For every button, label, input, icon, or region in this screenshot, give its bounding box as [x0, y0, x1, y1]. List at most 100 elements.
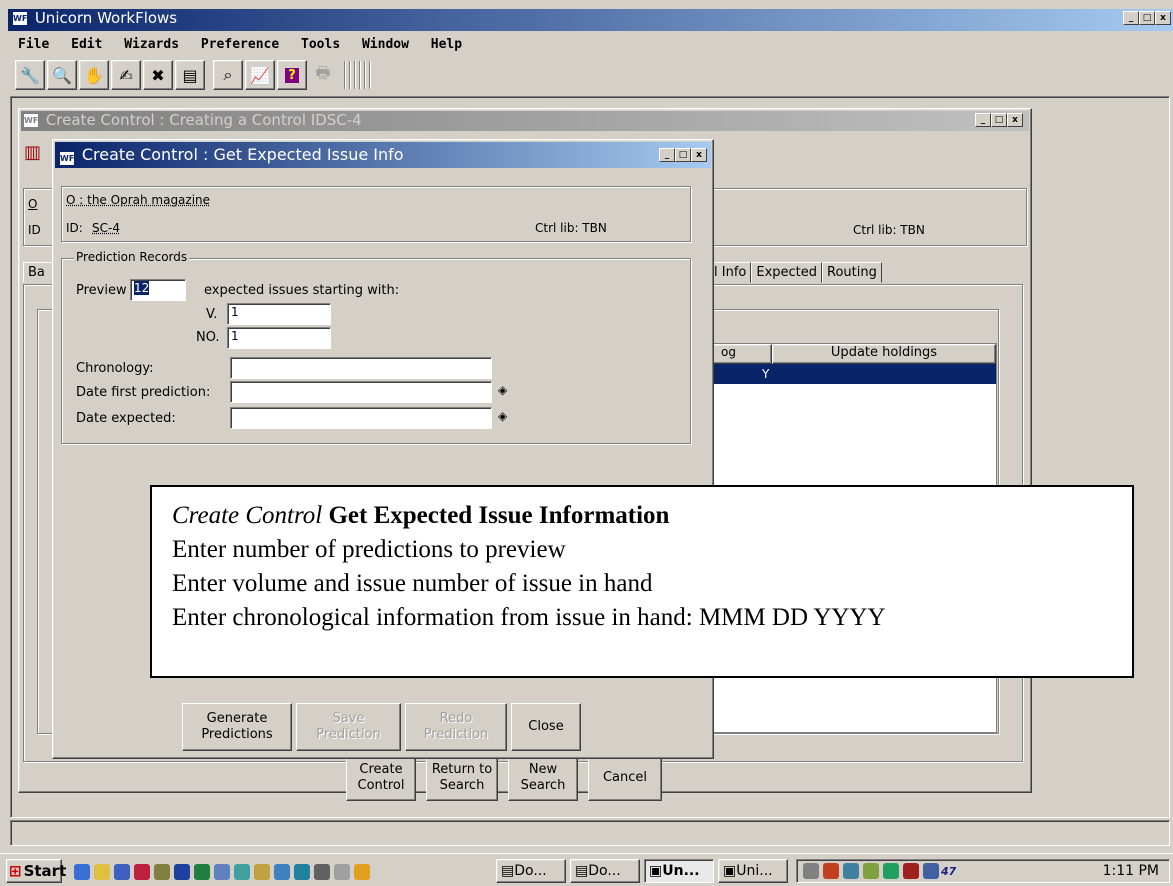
new-search-button[interactable]: New Search — [508, 755, 578, 801]
tab-basic[interactable]: Ba — [23, 262, 53, 283]
cancel-button[interactable]: Cancel — [588, 755, 662, 801]
dialog-maximize-icon[interactable]: □ — [675, 148, 691, 162]
app-icon-5[interactable] — [254, 864, 270, 880]
generate-predictions-button[interactable]: Generate Predictions — [182, 703, 292, 751]
toolbar: 🔧 🔍 ✋ ✍ ✖ ▤ ⌕ 📈 ? 🖶 — [14, 57, 494, 93]
task-4-label: Uni... — [736, 863, 773, 879]
app-icon-6[interactable] — [274, 864, 290, 880]
create-control-label-1: Create — [359, 762, 403, 777]
menu-window[interactable]: Window — [362, 37, 409, 52]
books-icon: ▥ — [24, 142, 42, 163]
help-icon[interactable]: ? — [277, 60, 307, 90]
app-icon-3[interactable] — [214, 864, 230, 880]
date-first-prediction-label: Date first prediction: — [76, 385, 211, 400]
create-control-label-2: Control — [357, 778, 405, 793]
menu-edit[interactable]: Edit — [71, 37, 102, 52]
taskbar-task-2[interactable]: ▤Do... — [570, 859, 640, 883]
callout-line-2: Enter volume and issue number of issue i… — [172, 570, 653, 597]
graph-icon[interactable]: 📈 — [245, 60, 275, 90]
antivirus-icon[interactable] — [823, 863, 839, 879]
date-expected-calendar-icon[interactable]: ◈ — [498, 409, 507, 423]
redo-label-1: Redo — [439, 711, 473, 726]
dialog-close-icon[interactable]: x — [691, 148, 707, 162]
save-label-1: Save — [332, 711, 365, 726]
ie-icon[interactable] — [74, 864, 90, 880]
outer-ctrl-lib: Ctrl lib: TBN — [853, 223, 925, 237]
cancel-label: Cancel — [602, 770, 648, 785]
preview-label: Preview — [76, 283, 127, 298]
app-icon-1[interactable] — [134, 864, 150, 880]
redo-prediction-button[interactable]: Redo Prediction — [405, 703, 507, 751]
tray-icon-3[interactable] — [923, 863, 939, 879]
start-button[interactable]: ⊞ Start — [6, 859, 66, 883]
word-icon[interactable] — [174, 864, 190, 880]
star-icon[interactable] — [114, 864, 130, 880]
circulation-icon[interactable]: 🔧 — [15, 60, 45, 90]
app-icon-8[interactable] — [314, 864, 330, 880]
new-search-label-2: Search — [520, 778, 566, 793]
outer-maximize-icon[interactable]: □ — [991, 113, 1007, 127]
tab-expected[interactable]: Expected — [751, 262, 823, 283]
save-prediction-button[interactable]: Save Prediction — [296, 703, 401, 751]
minimize-icon[interactable]: _ — [1123, 11, 1139, 25]
maximize-icon[interactable]: □ — [1139, 11, 1155, 25]
tab-routing[interactable]: Routing — [822, 262, 882, 283]
menu-help[interactable]: Help — [431, 37, 462, 52]
generate-label-2: Predictions — [201, 727, 273, 742]
menu-tools[interactable]: Tools — [301, 37, 340, 52]
outer-minimize-icon[interactable]: _ — [975, 113, 991, 127]
date-expected-input[interactable] — [230, 407, 492, 429]
serials-icon[interactable]: ✍ — [111, 60, 141, 90]
tab-control-info[interactable]: l Info — [709, 262, 752, 283]
callout-line-3: Enter chronological information from iss… — [172, 604, 886, 631]
dialog-id-value: SC-4 — [92, 221, 120, 235]
cataloging-icon[interactable]: 🔍 — [47, 60, 77, 90]
app-icon-7[interactable] — [294, 864, 310, 880]
chronology-input[interactable] — [230, 357, 492, 379]
taskbar-task-1[interactable]: ▤Do... — [496, 859, 566, 883]
acquisitions-icon[interactable]: ✋ — [79, 60, 109, 90]
column-header-update-holdings[interactable]: Update holdings — [772, 344, 996, 364]
start-label: Start — [23, 862, 67, 880]
issue-number-input[interactable]: 1 — [227, 327, 331, 349]
taskbar: ⊞ Start ▤Do... ▤Do... ▣Un... ▣Uni... 47 … — [0, 853, 1173, 886]
menu-file[interactable]: File — [18, 37, 49, 52]
tray-icon-2[interactable] — [883, 863, 899, 879]
outlook-icon[interactable] — [94, 864, 110, 880]
table-row[interactable]: Y — [710, 364, 996, 384]
utility-icon[interactable]: ▤ — [175, 60, 205, 90]
column-header-log[interactable]: og — [710, 344, 772, 364]
outer-close-icon[interactable]: x — [1007, 113, 1023, 127]
app-icon-2[interactable] — [154, 864, 170, 880]
app-icon-4[interactable] — [234, 864, 250, 880]
volume-input[interactable]: 1 — [227, 303, 331, 325]
dialog-minimize-icon[interactable]: _ — [659, 148, 675, 162]
taskbar-task-3[interactable]: ▣Un... — [644, 859, 714, 883]
close-button[interactable]: Close — [511, 703, 581, 751]
app-logo-icon: WF — [12, 10, 28, 26]
volume-icon[interactable] — [803, 863, 819, 879]
create-control-button[interactable]: Create Control — [346, 755, 416, 801]
volume-label: V. — [206, 307, 218, 322]
redo-label-2: Prediction — [423, 727, 489, 742]
callout-line-1: Enter number of predictions to preview — [172, 536, 566, 563]
return-to-search-button[interactable]: Return to Search — [426, 755, 498, 801]
app-icon-9[interactable] — [334, 864, 350, 880]
menu-preference[interactable]: Preference — [201, 37, 279, 52]
taskbar-task-4[interactable]: ▣Uni... — [718, 859, 788, 883]
dialog-title-bar: WF Create Control : Get Expected Issue I… — [55, 142, 711, 168]
reports-icon[interactable]: ✖ — [143, 60, 173, 90]
tray-icon-1[interactable] — [863, 863, 879, 879]
app-icon-10[interactable] — [354, 864, 370, 880]
network-icon[interactable] — [843, 863, 859, 879]
menu-bar: File Edit Wizards Preference Tools Windo… — [18, 34, 1168, 54]
preview-count-input[interactable]: 12 — [130, 279, 186, 301]
menu-wizards[interactable]: Wizards — [124, 37, 179, 52]
excel-icon[interactable] — [194, 864, 210, 880]
shield-icon[interactable] — [903, 863, 919, 879]
close-icon[interactable]: x — [1155, 11, 1171, 25]
search-icon[interactable]: ⌕ — [213, 60, 243, 90]
date-first-calendar-icon[interactable]: ◈ — [498, 383, 507, 397]
dialog-record-title: O : the Oprah magazine — [66, 193, 211, 207]
date-first-prediction-input[interactable] — [230, 381, 492, 403]
